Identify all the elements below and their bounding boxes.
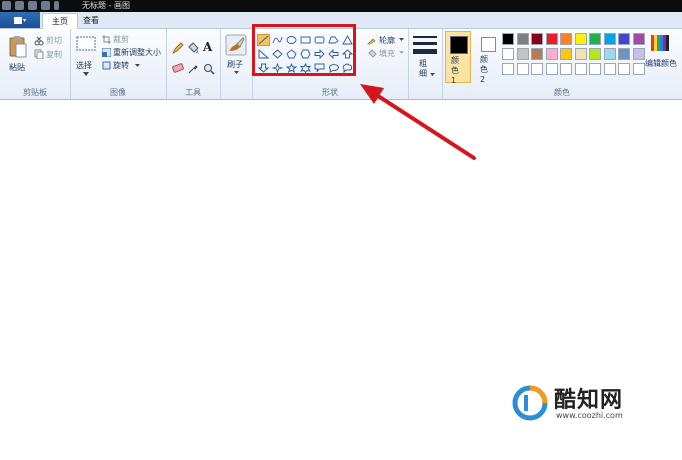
palette-swatch[interactable] bbox=[603, 63, 616, 75]
fill-icon bbox=[368, 49, 377, 58]
rotate-button[interactable]: 旋转 bbox=[113, 60, 129, 71]
copy-icon bbox=[34, 49, 44, 59]
undo-icon[interactable] bbox=[28, 1, 37, 10]
resize-button[interactable]: 重新调整大小 bbox=[113, 47, 161, 58]
edit-colors-button[interactable]: 编辑颜色 bbox=[645, 58, 677, 69]
palette-swatch[interactable] bbox=[516, 48, 529, 60]
color1-button[interactable]: 颜色 1 bbox=[445, 31, 471, 85]
palette-swatch[interactable] bbox=[516, 63, 529, 75]
palette-swatch[interactable] bbox=[589, 63, 601, 75]
tab-view[interactable]: 查看 bbox=[74, 13, 108, 28]
palette-swatch[interactable] bbox=[545, 48, 558, 60]
paste-icon[interactable] bbox=[8, 35, 28, 59]
watermark-url: www.coozhi.com bbox=[556, 411, 623, 420]
magnifier-icon[interactable] bbox=[203, 63, 215, 75]
fill-bucket-icon[interactable] bbox=[187, 42, 199, 54]
palette-swatch[interactable] bbox=[502, 33, 514, 45]
palette-swatch[interactable] bbox=[502, 48, 514, 60]
edit-colors-icon bbox=[651, 35, 669, 51]
outline-button[interactable]: 轮廓 bbox=[379, 35, 395, 46]
title-bar: 无标题 - 画图 bbox=[0, 0, 682, 12]
palette-swatch[interactable] bbox=[560, 33, 572, 45]
color2-swatch bbox=[481, 37, 496, 52]
palette-swatch[interactable] bbox=[603, 33, 616, 45]
copy-button[interactable]: 复制 bbox=[46, 49, 62, 60]
pencil-icon[interactable] bbox=[172, 42, 184, 54]
palette-swatch[interactable] bbox=[632, 48, 645, 60]
palette-swatch[interactable] bbox=[603, 48, 616, 60]
palette-swatch[interactable] bbox=[574, 48, 587, 60]
image-group: 选择 裁剪 重新调整大小 旋转 图像 bbox=[70, 29, 167, 99]
palette-swatch[interactable] bbox=[574, 33, 587, 45]
brush-icon[interactable] bbox=[225, 34, 247, 56]
palette-swatch[interactable] bbox=[589, 33, 601, 45]
crop-icon bbox=[102, 35, 111, 44]
palette-swatch[interactable] bbox=[531, 33, 543, 45]
paste-button[interactable]: 粘贴 bbox=[9, 62, 25, 73]
quick-access-toolbar bbox=[2, 1, 59, 10]
palette-swatch[interactable] bbox=[502, 63, 514, 75]
select-button[interactable]: 选择 bbox=[76, 60, 92, 71]
window-title: 无标题 - 画图 bbox=[82, 1, 130, 10]
eraser-icon[interactable] bbox=[172, 63, 184, 73]
color2-label: 颜色 2 bbox=[480, 55, 488, 84]
palette-swatch[interactable] bbox=[618, 33, 630, 45]
size-button[interactable]: 粗细 bbox=[419, 59, 429, 79]
line-width-icon[interactable] bbox=[413, 34, 437, 56]
brushes-group: 刷子 bbox=[220, 29, 253, 99]
palette-swatch[interactable] bbox=[632, 63, 645, 75]
outline-icon bbox=[367, 38, 376, 45]
tab-home[interactable]: 主页 bbox=[42, 13, 78, 29]
text-icon[interactable]: A bbox=[203, 40, 212, 54]
chevron-down-icon[interactable] bbox=[430, 73, 435, 76]
chevron-down-icon[interactable] bbox=[83, 72, 89, 76]
palette-swatch[interactable] bbox=[618, 48, 630, 60]
palette-swatch[interactable] bbox=[531, 48, 543, 60]
watermark-brand: 酷知网 bbox=[554, 388, 624, 413]
chevron-down-icon[interactable] bbox=[399, 38, 404, 41]
palette-swatch[interactable] bbox=[589, 48, 601, 60]
file-menu-button[interactable] bbox=[0, 12, 40, 28]
highlight-box bbox=[252, 24, 356, 76]
app-icon[interactable] bbox=[2, 1, 11, 10]
palette-swatch[interactable] bbox=[516, 33, 529, 45]
brushes-button[interactable]: 刷子 bbox=[227, 59, 243, 70]
clipboard-group: 粘贴 剪切 复制 剪贴板 bbox=[0, 29, 71, 99]
menu-icon bbox=[14, 16, 26, 24]
color1-swatch bbox=[450, 36, 468, 54]
fill-button[interactable]: 填充 bbox=[379, 48, 395, 59]
palette-swatch[interactable] bbox=[545, 33, 558, 45]
save-icon[interactable] bbox=[15, 1, 24, 10]
watermark: 酷知网 www.coozhi.com bbox=[510, 380, 660, 430]
color-palette bbox=[502, 33, 652, 79]
palette-swatch[interactable] bbox=[574, 63, 587, 75]
palette-swatch[interactable] bbox=[560, 48, 572, 60]
palette-swatch[interactable] bbox=[531, 63, 543, 75]
tools-group: A 工具 bbox=[166, 29, 221, 99]
rotate-icon bbox=[102, 61, 111, 70]
chevron-down-icon[interactable] bbox=[399, 51, 404, 54]
image-group-label: 图像 bbox=[110, 88, 126, 97]
palette-swatch[interactable] bbox=[618, 63, 630, 75]
chevron-down-icon[interactable] bbox=[135, 64, 140, 67]
palette-swatch[interactable] bbox=[545, 63, 558, 75]
color2-button[interactable]: 颜色 2 bbox=[475, 31, 501, 84]
crop-button[interactable]: 裁剪 bbox=[113, 34, 129, 45]
color-picker-icon[interactable] bbox=[187, 63, 199, 75]
redo-icon[interactable] bbox=[41, 1, 50, 10]
cut-button[interactable]: 剪切 bbox=[46, 35, 62, 46]
resize-icon bbox=[102, 48, 111, 57]
clipboard-group-label: 剪贴板 bbox=[23, 88, 47, 97]
palette-swatch[interactable] bbox=[560, 63, 572, 75]
chevron-down-icon[interactable] bbox=[234, 71, 239, 74]
scissors-icon bbox=[34, 36, 44, 46]
select-icon[interactable] bbox=[76, 36, 96, 52]
dropdown-icon[interactable] bbox=[54, 1, 59, 10]
annotation-arrow bbox=[360, 84, 476, 160]
coozhi-logo-icon bbox=[512, 385, 548, 421]
tools-group-label: 工具 bbox=[185, 88, 201, 97]
palette-swatch[interactable] bbox=[632, 33, 645, 45]
